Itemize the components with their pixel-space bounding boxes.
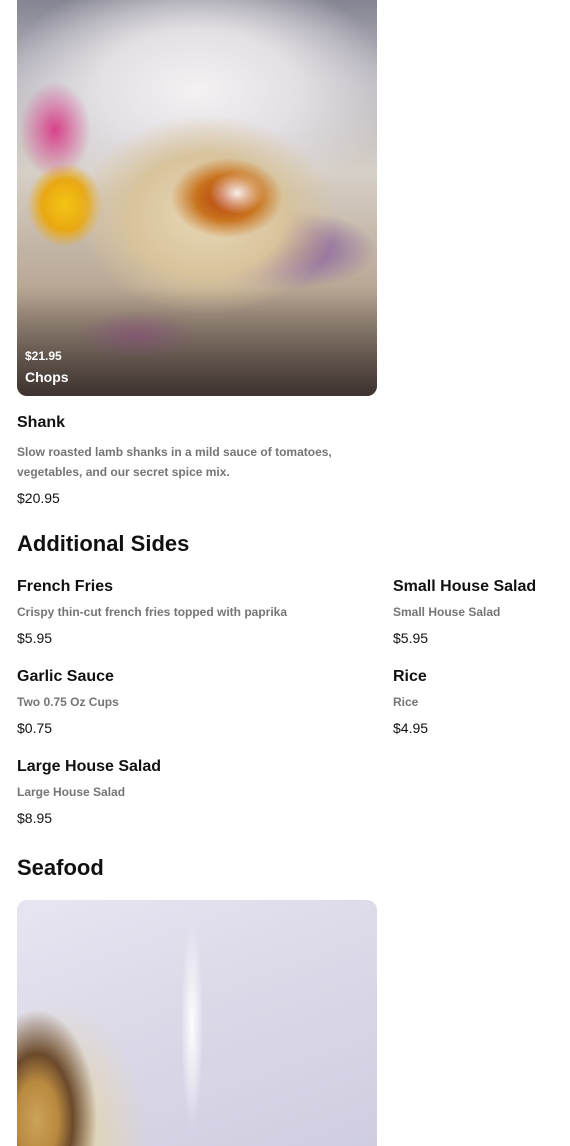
menu-item-large-house-salad[interactable]: Large House Salad Large House Salad $8.9… <box>17 758 357 827</box>
item-description: Slow roasted lamb shanks in a mild sauce… <box>17 445 332 479</box>
section-title-seafood: Seafood <box>17 855 104 880</box>
item-description: Two 0.75 Oz Cups <box>17 695 119 709</box>
menu-item-shank[interactable]: Shank Slow roasted lamb shanks in a mild… <box>17 414 357 507</box>
menu-item-rice[interactable]: Rice Rice $4.95 <box>393 668 563 737</box>
item-price: $0.75 <box>17 720 53 736</box>
item-name: Large House Salad <box>17 758 162 775</box>
item-name: Small House Salad <box>393 578 537 595</box>
item-description: Small House Salad <box>393 605 501 619</box>
card-caption: $21.95 Chops <box>25 349 69 385</box>
menu-page: $21.95 Chops Shank Slow roasted lamb sha… <box>0 0 570 1146</box>
item-price: $5.95 <box>393 630 429 646</box>
item-price: $8.95 <box>17 810 53 826</box>
item-name: Garlic Sauce <box>17 668 114 685</box>
item-name: Rice <box>393 668 427 685</box>
menu-item-small-house-salad[interactable]: Small House Salad Small House Salad $5.9… <box>393 578 563 647</box>
item-description: Crispy thin-cut french fries topped with… <box>17 605 288 619</box>
item-price: $5.95 <box>17 630 53 646</box>
menu-item-card-chops[interactable]: $21.95 Chops <box>17 0 377 396</box>
menu-item-french-fries[interactable]: French Fries Crispy thin-cut french frie… <box>17 578 357 647</box>
item-description: Rice <box>393 695 419 709</box>
menu-item-card-seafood[interactable] <box>17 900 377 1146</box>
item-description: Large House Salad <box>17 785 126 799</box>
item-price: $4.95 <box>393 720 429 736</box>
section-title-additional-sides: Additional Sides <box>17 531 190 556</box>
item-name: Chops <box>25 369 69 385</box>
item-price: $20.95 <box>17 490 60 506</box>
menu-item-garlic-sauce[interactable]: Garlic Sauce Two 0.75 Oz Cups $0.75 <box>17 668 357 737</box>
item-name: Shank <box>17 414 66 431</box>
item-name: French Fries <box>17 578 114 595</box>
item-price: $21.95 <box>25 349 62 363</box>
